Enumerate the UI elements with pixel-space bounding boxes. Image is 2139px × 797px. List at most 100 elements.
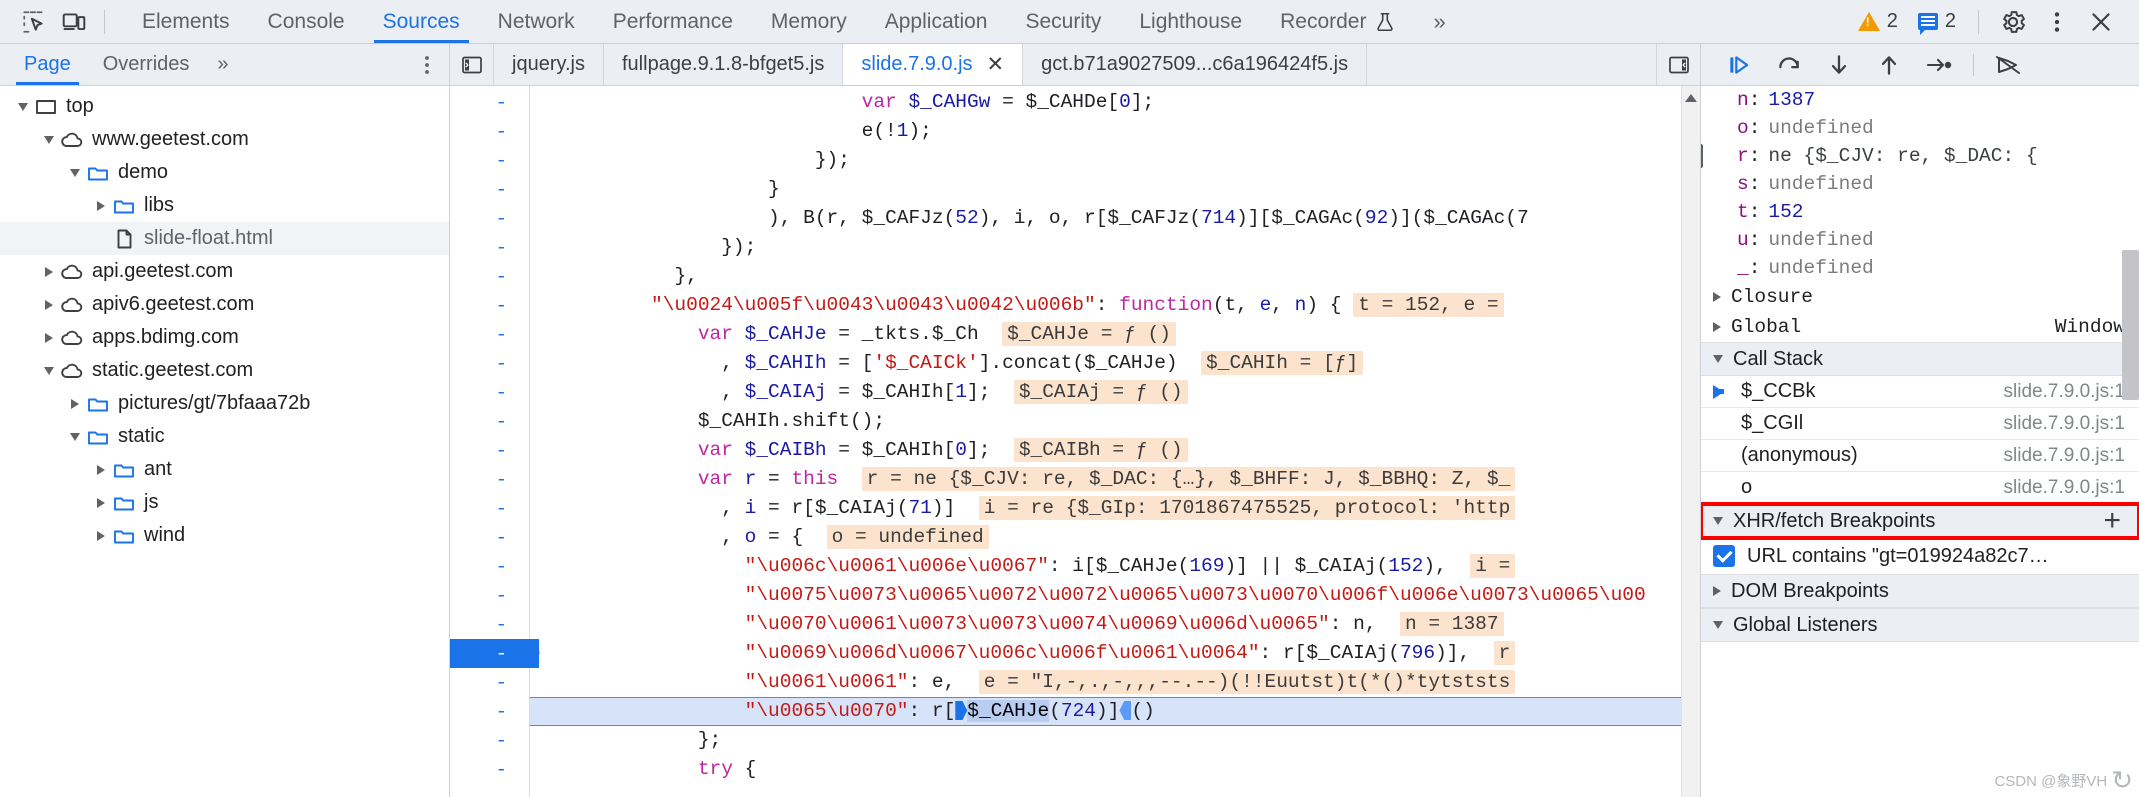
code-editor[interactable]: ------------------------ var $_CAHGw = $… <box>450 86 1700 797</box>
step-into-button[interactable] <box>1817 47 1861 83</box>
tree-item[interactable]: pictures/gt/7bfaaa72b <box>0 387 449 420</box>
gutter-line[interactable]: - <box>450 523 529 552</box>
twisty-collapsed-icon[interactable] <box>92 464 110 475</box>
twisty-expanded-icon[interactable] <box>1713 621 1723 629</box>
more-panels-button[interactable]: » <box>1415 0 1460 43</box>
inspect-element-icon[interactable] <box>14 4 54 40</box>
twisty-expanded-icon[interactable] <box>14 102 32 111</box>
gutter-line[interactable]: - <box>450 320 529 349</box>
code-line[interactable]: var $_CAIBh = $_CAHIh[0]; $_CAIBh = ƒ () <box>530 436 1700 465</box>
editor-vertical-scrollbar[interactable] <box>1681 86 1700 797</box>
nav-tab-page[interactable]: Page <box>8 44 87 85</box>
file-tab[interactable]: fullpage.9.1.8-bfget5.js <box>604 44 844 85</box>
scope-group-row[interactable]: Closure <box>1701 282 2139 312</box>
global-listeners-section-header[interactable]: Global Listeners <box>1701 608 2139 642</box>
xhr-fetch-breakpoints-section-header[interactable]: XHR/fetch Breakpoints + <box>1701 502 2139 540</box>
scope-variable-row[interactable]: t:152 <box>1701 198 2139 226</box>
tree-item[interactable]: demo <box>0 156 449 189</box>
twisty-collapsed-icon[interactable] <box>1701 140 1703 172</box>
tab-console[interactable]: Console <box>249 0 364 43</box>
tree-item[interactable]: top <box>0 90 449 123</box>
call-stack-frame[interactable]: (anonymous) slide.7.9.0.js:1 <box>1701 440 2139 472</box>
step-out-button[interactable] <box>1867 47 1911 83</box>
show-navigator-icon[interactable] <box>450 44 494 85</box>
tab-network[interactable]: Network <box>479 0 594 43</box>
gutter-line[interactable]: - <box>450 465 529 494</box>
call-stack-frame[interactable]: $_CGIl slide.7.9.0.js:1 <box>1701 408 2139 440</box>
code-line[interactable]: , $_CAHIh = ['$_CAICk'].concat($_CAHJe) … <box>530 349 1700 378</box>
device-toolbar-icon[interactable] <box>54 4 94 40</box>
twisty-expanded-icon[interactable] <box>66 432 84 441</box>
twisty-expanded-icon[interactable] <box>40 366 58 375</box>
tree-item[interactable]: static.geetest.com <box>0 354 449 387</box>
gear-icon[interactable] <box>1993 4 2033 40</box>
gutter-line[interactable]: - <box>450 610 529 639</box>
gutter-line[interactable]: - <box>450 581 529 610</box>
gutter-line[interactable]: - <box>450 117 529 146</box>
tree-item[interactable]: slide-float.html <box>0 222 449 255</box>
gutter-line[interactable]: - <box>450 726 529 755</box>
gutter-line[interactable]: - <box>450 697 529 726</box>
tab-lighthouse[interactable]: Lighthouse <box>1120 0 1261 43</box>
code-line[interactable]: "\u0070\u0061\u0073\u0073\u0074\u0069\u0… <box>530 610 1700 639</box>
debugger-sections[interactable]: n:1387 o: undefined r: ne {$_CJV: re, $_DAC:… <box>1701 86 2139 797</box>
tree-item[interactable]: ant <box>0 453 449 486</box>
gutter-line[interactable]: - <box>450 291 529 320</box>
code-line[interactable]: "\u0024\u005f\u0043\u0043\u0042\u006b": … <box>530 291 1700 320</box>
twisty-collapsed-icon[interactable] <box>1713 586 1721 596</box>
code-line[interactable]: "\u0061\u0061": e, e = "I,-,.,-,,,--.--)… <box>530 668 1700 697</box>
file-tab[interactable]: jquery.js <box>494 44 604 85</box>
tab-memory[interactable]: Memory <box>752 0 866 43</box>
editor-gutter[interactable]: ------------------------ <box>450 86 540 797</box>
scroll-up-arrow-icon[interactable] <box>1685 94 1697 102</box>
code-line[interactable]: e(!1); <box>530 117 1700 146</box>
dom-breakpoints-section-header[interactable]: DOM Breakpoints <box>1701 574 2139 608</box>
scope-variable-row[interactable]: u: undefined <box>1701 226 2139 254</box>
twisty-collapsed-icon[interactable] <box>1713 292 1721 302</box>
gutter-line[interactable]: - <box>450 755 529 784</box>
tab-application[interactable]: Application <box>866 0 1007 43</box>
add-xhr-breakpoint-button[interactable]: + <box>2103 506 2121 536</box>
tab-performance[interactable]: Performance <box>594 0 752 43</box>
twisty-expanded-icon[interactable] <box>1713 355 1723 363</box>
gutter-line[interactable]: - <box>450 378 529 407</box>
resume-button[interactable] <box>1717 47 1761 83</box>
code-content[interactable]: var $_CAHGw = $_CAHDe[0]; e(!1); }); } )… <box>530 86 1700 797</box>
code-line[interactable]: }; <box>530 726 1700 755</box>
twisty-collapsed-icon[interactable] <box>40 332 58 343</box>
twisty-collapsed-icon[interactable] <box>92 200 110 211</box>
code-line[interactable]: , o = { o = undefined <box>530 523 1700 552</box>
call-stack-section-header[interactable]: Call Stack <box>1701 342 2139 376</box>
code-line[interactable]: }, <box>530 262 1700 291</box>
code-line[interactable]: "\u0069\u006d\u0067\u006c\u006f\u0061\u0… <box>530 639 1700 668</box>
gutter-line[interactable]: - <box>450 175 529 204</box>
tab-recorder[interactable]: Recorder <box>1261 0 1415 43</box>
tree-item[interactable]: wind <box>0 519 449 552</box>
code-line[interactable]: "\u0075\u0073\u0065\u0072\u0072\u0065\u0… <box>530 581 1700 610</box>
gutter-line[interactable]: - <box>450 262 529 291</box>
scope-variable-row[interactable]: s: undefined <box>1701 170 2139 198</box>
code-line[interactable]: ), B(r, $_CAFJz(52), i, o, r[$_CAFJz(714… <box>530 204 1700 233</box>
file-tree[interactable]: top www.geetest.com demo libs slide-float.ht… <box>0 86 449 797</box>
warning-counter[interactable]: 2 <box>1850 10 1906 33</box>
more-options-icon[interactable] <box>2037 4 2077 40</box>
gutter-line[interactable]: - <box>450 552 529 581</box>
code-line[interactable]: , i = r[$_CAIAj(71)] i = re {$_GIp: 1701… <box>530 494 1700 523</box>
breakpoint-marker[interactable]: - <box>450 639 540 668</box>
step-button[interactable] <box>1917 47 1961 83</box>
code-line[interactable]: var $_CAHGw = $_CAHDe[0]; <box>530 88 1700 117</box>
twisty-collapsed-icon[interactable] <box>92 530 110 541</box>
tab-elements[interactable]: Elements <box>123 0 249 43</box>
gutter-line[interactable]: - <box>450 88 529 117</box>
file-tab[interactable]: slide.7.9.0.js ✕ <box>843 44 1024 85</box>
file-tab[interactable]: gct.b71a9027509...c6a196424f5.js <box>1023 44 1368 85</box>
twisty-collapsed-icon[interactable] <box>1713 322 1721 332</box>
gutter-line[interactable]: - <box>450 436 529 465</box>
twisty-expanded-icon[interactable] <box>66 168 84 177</box>
twisty-collapsed-icon[interactable] <box>66 398 84 409</box>
open-file-tabs[interactable]: jquery.js fullpage.9.1.8-bfget5.js slide.7… <box>494 44 1656 85</box>
tree-item[interactable]: libs <box>0 189 449 222</box>
show-debugger-icon[interactable] <box>1656 44 1700 85</box>
code-line[interactable]: $_CAHIh.shift(); <box>530 407 1700 436</box>
code-line[interactable]: }); <box>530 233 1700 262</box>
